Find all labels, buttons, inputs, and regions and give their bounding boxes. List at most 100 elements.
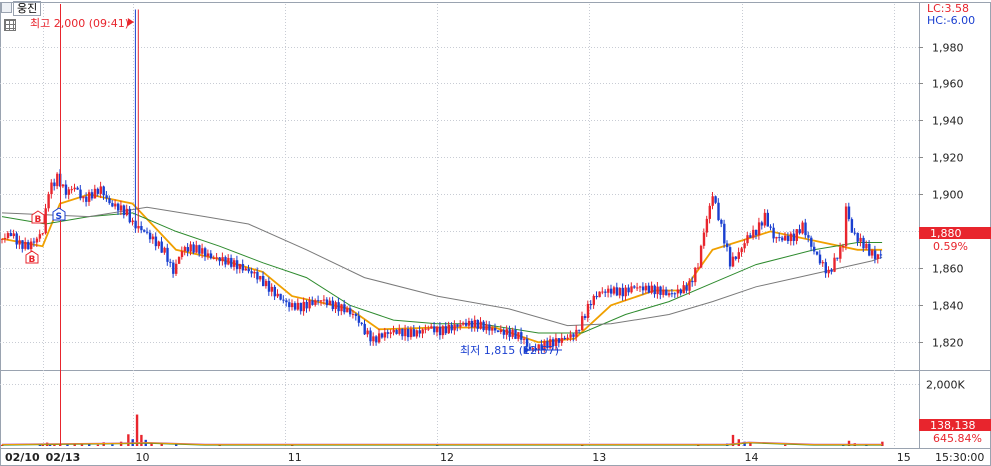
candle-body [157, 241, 160, 247]
candle-body [322, 299, 326, 301]
candle-body [665, 289, 668, 296]
candle-body [862, 237, 865, 249]
candle-body [566, 337, 569, 340]
candle-body [82, 196, 85, 199]
candle-body [798, 229, 801, 234]
price-tick-label: 1,980 [932, 42, 964, 55]
candle-body [291, 303, 294, 308]
candle-body [586, 303, 590, 318]
candle-body [523, 338, 526, 340]
candle-body [636, 287, 639, 289]
candle-body [670, 293, 674, 295]
candle-body [354, 313, 358, 316]
candle-body [873, 250, 877, 259]
candle-body [369, 330, 372, 342]
candle-body [102, 186, 105, 196]
candle-body [438, 326, 442, 336]
candle-body [734, 256, 738, 259]
signal-label: B [35, 215, 42, 225]
candle-body [259, 275, 262, 280]
candle-body [467, 320, 471, 326]
candle-body [331, 300, 334, 310]
candle-body [633, 286, 636, 288]
candle-body [731, 256, 735, 267]
candle-body [32, 241, 36, 243]
chart-window: 웅진 BSB 1,9801,9601,9401,9201,9001,8801,8… [0, 0, 991, 466]
candle-body [38, 234, 42, 239]
candle-body [592, 295, 595, 305]
candle-body [224, 257, 227, 265]
candle-body [726, 243, 729, 248]
candle-body [624, 287, 627, 297]
candle-body [409, 329, 413, 338]
candle-body [859, 237, 862, 242]
chart-frame [0, 2, 991, 466]
candle-body [241, 264, 245, 271]
volume-bar [784, 444, 787, 446]
candle-body [108, 198, 111, 204]
candle-body [328, 300, 332, 306]
candle-body [334, 302, 337, 310]
candle-body [73, 187, 76, 190]
candle-body [749, 235, 752, 238]
candle-body [166, 247, 169, 262]
candle-body [412, 329, 416, 337]
candle-body [572, 334, 575, 337]
price-tick-label: 1,900 [932, 189, 964, 202]
candle-body [647, 285, 651, 293]
candle-body [201, 248, 204, 254]
candle-body [41, 233, 44, 235]
candle-body [781, 237, 784, 241]
candle-body [705, 218, 709, 233]
candle-body [227, 257, 230, 265]
candle-body [233, 260, 236, 267]
candle-body [752, 229, 755, 238]
candle-body [621, 287, 624, 297]
candle-body [720, 219, 723, 224]
candle-body [85, 196, 88, 202]
signal-label: B [29, 255, 36, 265]
candle-body [302, 301, 305, 312]
candle-body [30, 241, 33, 250]
candle-body [766, 212, 769, 227]
candle-body [804, 222, 807, 236]
candle-body [15, 233, 18, 245]
candle-body [21, 240, 24, 249]
volume-change-label: 645.84% [933, 432, 982, 445]
candle-body [656, 286, 659, 295]
candle-body [186, 247, 189, 252]
candle-body [169, 261, 172, 263]
candle-body [653, 285, 656, 295]
time-tick-label: 11 [288, 451, 302, 464]
candle-body [24, 241, 27, 249]
candle-body [305, 301, 308, 309]
candle-body [815, 251, 819, 255]
candle-body [293, 303, 297, 310]
candle-body [784, 235, 787, 241]
candle-body [485, 324, 488, 331]
candle-body [3, 237, 7, 239]
time-tick-label: 12 [440, 451, 454, 464]
candle-body [868, 243, 871, 256]
candle-body [276, 293, 279, 297]
candle-body [357, 315, 361, 323]
candle-body [148, 232, 152, 240]
candle-body [88, 192, 91, 202]
candle-body [639, 286, 642, 288]
candle-body [702, 232, 706, 246]
candle-body [64, 184, 68, 195]
candle-body [56, 173, 59, 187]
candle-body [757, 222, 761, 236]
candle-body [482, 321, 485, 331]
candle-body [404, 329, 407, 337]
candle-body [491, 328, 494, 331]
candle-body [389, 332, 392, 334]
price-tick-label: 1,940 [932, 115, 964, 128]
candle-body [496, 330, 500, 333]
candle-body [847, 206, 851, 220]
candle-body [175, 263, 178, 274]
candle-body [79, 189, 82, 199]
price-tick-label: 1,840 [932, 300, 964, 313]
candle-body [90, 192, 94, 199]
candle-body [589, 303, 593, 305]
